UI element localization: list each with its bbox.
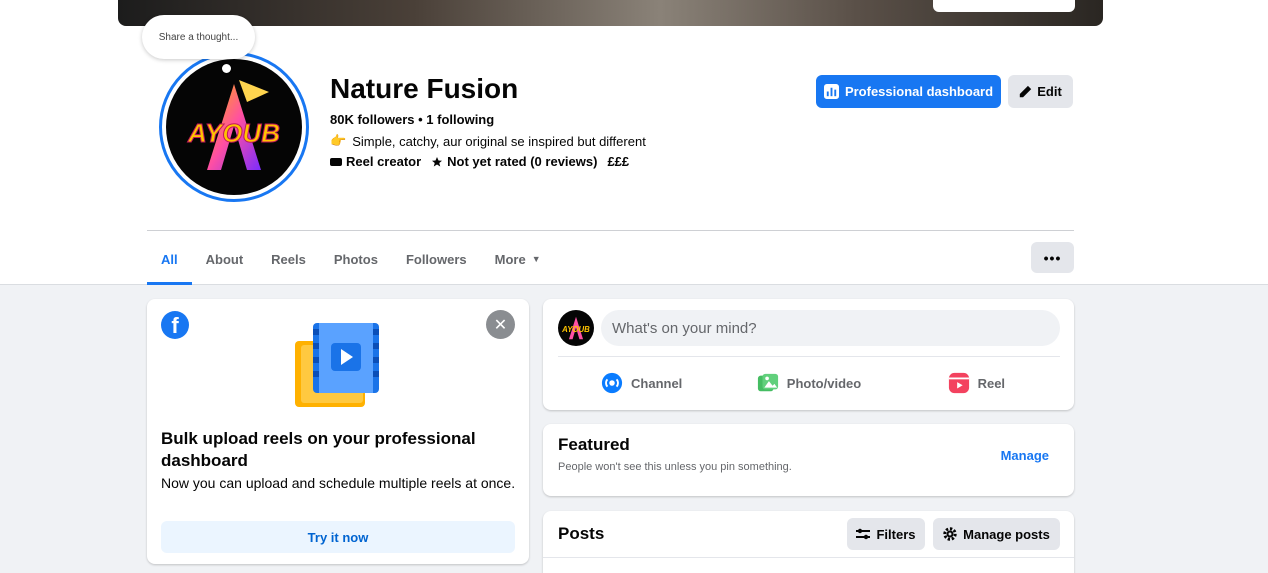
channel-button[interactable]: Channel: [558, 363, 725, 403]
facebook-logo-icon: f: [161, 311, 189, 339]
gear-icon: [943, 527, 957, 541]
profile-tabs: All About Reels Photos Followers More ▼: [147, 233, 555, 285]
category-text: Reel creator: [346, 154, 422, 169]
bulk-upload-promo-card: f ✕ Bulk upload reels on your profession…: [147, 299, 529, 564]
filters-icon: [856, 528, 871, 540]
caret-down-icon: ▼: [531, 254, 541, 264]
posts-card: Posts Filters Manage posts: [543, 511, 1074, 573]
share-thought-text: Share a thought...: [158, 31, 239, 43]
reel-icon: [948, 372, 969, 394]
reel-label: Reel: [977, 375, 1006, 391]
manage-posts-button[interactable]: Manage posts: [933, 518, 1060, 550]
tab-reels-label: Reels: [271, 251, 306, 267]
filters-label: Filters: [876, 526, 916, 542]
thought-bubble-dot: [222, 64, 231, 73]
reel-creator-icon: [330, 157, 342, 166]
tab-about[interactable]: About: [192, 233, 258, 285]
followers-count[interactable]: 80K followers • 1 following: [330, 112, 494, 127]
composer-actions: Channel Photo/video Reel: [558, 363, 1060, 403]
featured-card: Featured People won't see this unless yo…: [543, 424, 1074, 496]
posts-divider: [543, 557, 1074, 558]
filters-button[interactable]: Filters: [847, 518, 925, 550]
photo-video-label: Photo/video: [786, 375, 862, 391]
share-thought-bubble[interactable]: Share a thought...: [142, 15, 255, 59]
promo-description: Now you can upload and schedule multiple…: [161, 475, 516, 491]
ayoub-logo: AYOUB: [187, 80, 280, 170]
promo-title: Bulk upload reels on your professional d…: [161, 429, 476, 470]
tab-all[interactable]: All: [147, 233, 192, 285]
close-icon: ✕: [493, 316, 508, 334]
tab-more[interactable]: More ▼: [481, 233, 555, 285]
composer-avatar[interactable]: AYOUB: [558, 310, 594, 346]
whats-on-your-mind-input[interactable]: What's on your mind?: [601, 310, 1060, 346]
edit-cover-photo-button[interactable]: [933, 0, 1075, 12]
rating-item[interactable]: Not yet rated (0 reviews): [431, 154, 597, 169]
category-item: Reel creator: [330, 154, 421, 169]
bio-text: Simple, catchy, aur original se inspired…: [352, 133, 646, 149]
tab-followers-label: Followers: [405, 251, 467, 267]
page-title: Nature Fusion: [330, 73, 519, 104]
pencil-icon: [1020, 85, 1032, 98]
page-bio: 👉 Simple, catchy, aur original se inspir…: [330, 133, 646, 149]
reel-button[interactable]: Reel: [893, 363, 1060, 403]
price-range: £££: [607, 154, 630, 169]
rating-text: Not yet rated (0 reviews): [447, 154, 598, 169]
try-it-now-button[interactable]: Try it now: [161, 521, 515, 553]
page-meta: Reel creator Not yet rated (0 reviews) £…: [330, 154, 639, 169]
edit-label: Edit: [1037, 84, 1062, 99]
ellipsis-icon: •••: [1043, 249, 1062, 266]
composer-divider: [558, 356, 1060, 357]
tab-reels[interactable]: Reels: [257, 233, 320, 285]
post-composer: AYOUB What's on your mind? Channel Photo…: [543, 299, 1074, 410]
composer-placeholder: What's on your mind?: [612, 319, 757, 337]
photo-video-icon: [757, 373, 778, 392]
more-options-button[interactable]: •••: [1031, 242, 1074, 273]
ayoub-logo-small: AYOUB: [561, 316, 590, 340]
video-upload-illustration-icon: [295, 323, 379, 407]
tab-followers[interactable]: Followers: [392, 233, 481, 285]
edit-button[interactable]: Edit: [1008, 75, 1073, 108]
svg-text:AYOUB: AYOUB: [187, 118, 280, 148]
tab-more-label: More: [494, 251, 526, 267]
professional-dashboard-button[interactable]: Professional dashboard: [816, 75, 1001, 108]
profile-avatar: AYOUB: [166, 59, 302, 195]
professional-dashboard-label: Professional dashboard: [844, 84, 994, 99]
channel-icon: [601, 372, 623, 394]
posts-title: Posts: [558, 524, 605, 543]
svg-text:AYOUB: AYOUB: [561, 325, 590, 334]
pointing-hand-icon: 👉: [330, 133, 347, 148]
close-promo-button[interactable]: ✕: [486, 310, 515, 339]
header-divider: [147, 230, 1074, 231]
tab-photos-label: Photos: [333, 251, 378, 267]
channel-label: Channel: [631, 375, 683, 391]
featured-subtitle: People won't see this unless you pin som…: [558, 461, 792, 473]
featured-title: Featured: [558, 435, 630, 454]
profile-picture[interactable]: AYOUB: [159, 52, 309, 202]
manage-featured-link[interactable]: Manage: [1001, 448, 1049, 463]
photo-video-button[interactable]: Photo/video: [725, 363, 892, 403]
profile-header: Share a thought... AYOUB Nature Fusion 8…: [0, 0, 1268, 285]
cover-photo: [118, 0, 1103, 26]
star-icon: [432, 156, 443, 166]
manage-posts-label: Manage posts: [963, 526, 1050, 542]
tab-photos[interactable]: Photos: [320, 233, 392, 285]
tab-all-label: All: [161, 251, 178, 267]
tab-about-label: About: [205, 251, 244, 267]
dashboard-icon: [823, 84, 839, 99]
